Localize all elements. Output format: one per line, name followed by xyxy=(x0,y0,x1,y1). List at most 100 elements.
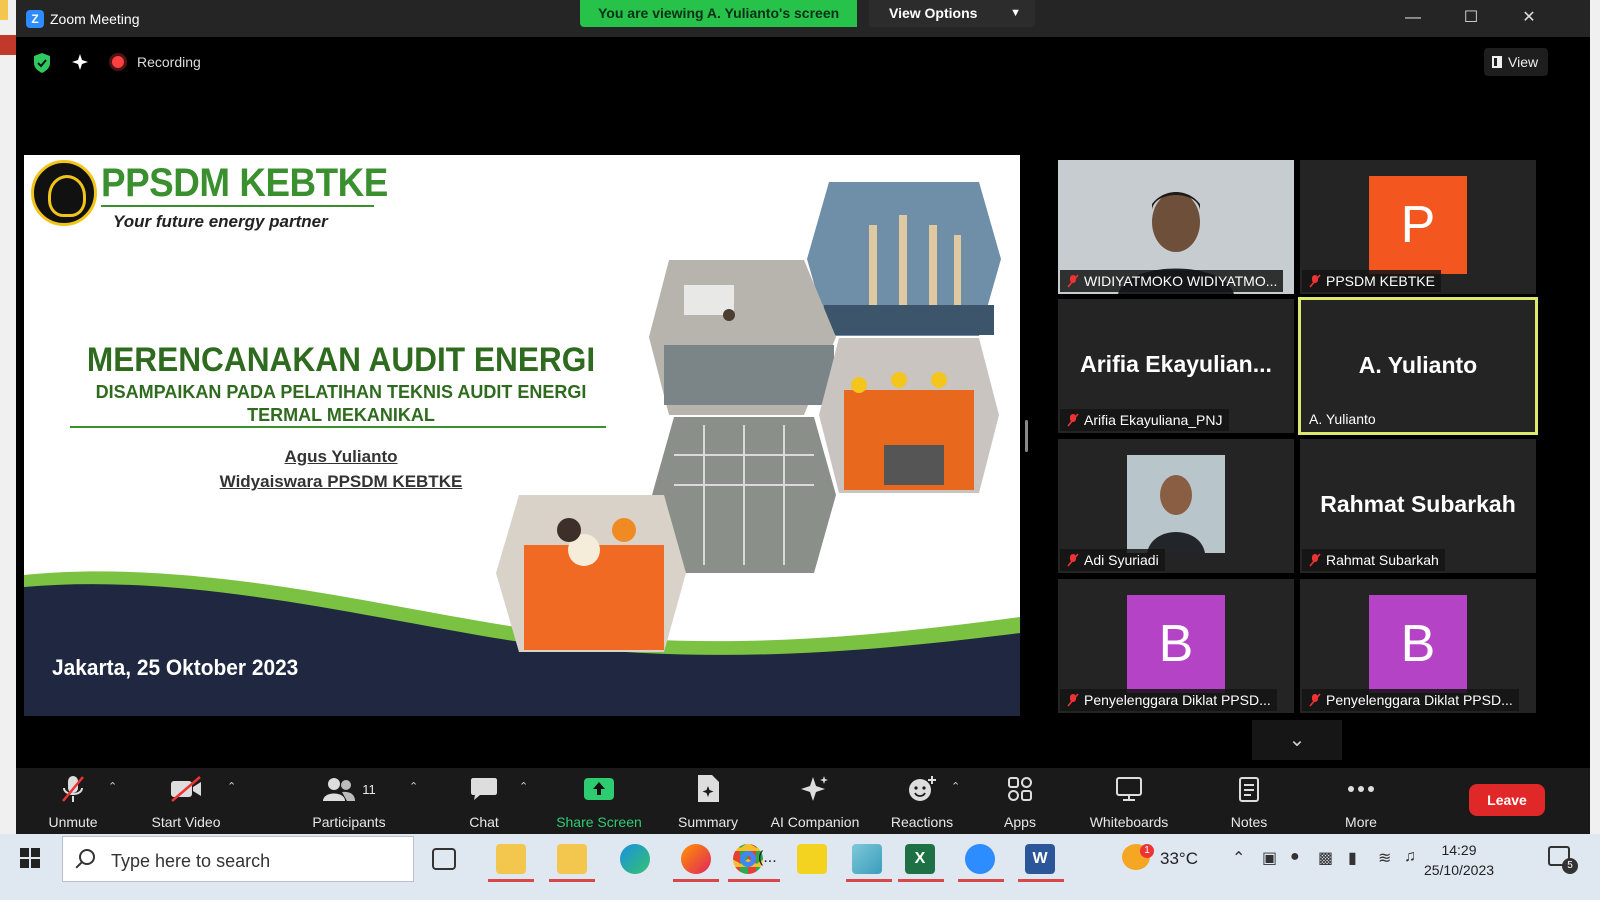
clock-date: 25/10/2023 xyxy=(1423,862,1495,878)
reactions-label: Reactions xyxy=(890,814,954,830)
participant-tile[interactable]: Adi Syuriadi xyxy=(1058,439,1294,573)
participant-tile-active-speaker[interactable]: A. Yulianto A. Yulianto xyxy=(1298,297,1538,435)
chat-options-caret-icon[interactable]: ⌃ xyxy=(519,780,528,793)
windows-start-icon[interactable] xyxy=(20,848,40,868)
close-icon[interactable]: ✕ xyxy=(1516,6,1542,30)
video-options-caret-icon[interactable]: ⌃ xyxy=(227,780,236,793)
muted-mic-icon xyxy=(1067,413,1079,427)
slide-graphics xyxy=(24,182,1020,716)
participant-name: Adi Syuriadi xyxy=(1084,552,1159,568)
participant-tile[interactable]: B Penyelenggara Diklat PPSD... xyxy=(1300,579,1536,713)
participants-options-caret-icon[interactable]: ⌃ xyxy=(409,780,418,793)
participant-name-label: Penyelenggara Diklat PPSD... xyxy=(1302,689,1519,711)
excel-icon[interactable]: X xyxy=(905,844,935,874)
file-explorer-icon[interactable] xyxy=(496,844,526,874)
battery-icon[interactable]: ▮ xyxy=(1348,848,1357,868)
reactions-button[interactable]: Reactions xyxy=(867,772,977,836)
start-video-button[interactable]: Start Video xyxy=(131,772,241,836)
chevron-down-icon: ⌄ xyxy=(1288,729,1306,751)
apps-button[interactable]: Apps xyxy=(965,772,1075,836)
active-app-indicator xyxy=(488,879,534,882)
panel-resize-handle[interactable] xyxy=(1025,420,1028,452)
active-app-indicator xyxy=(728,879,780,882)
participants-button[interactable]: 11 Participants xyxy=(294,772,404,836)
participant-name: Penyelenggara Diklat PPSD... xyxy=(1326,692,1513,708)
participant-tile[interactable]: P PPSDM KEBTKE xyxy=(1300,160,1536,294)
desktop-background-right xyxy=(1590,0,1600,850)
edge-browser-icon[interactable] xyxy=(620,844,650,874)
muted-mic-icon xyxy=(1309,553,1321,567)
zoom-window: Z Zoom Meeting — ☐ ✕ You are viewing A. … xyxy=(16,0,1590,850)
show-hidden-icons-icon[interactable]: ⌃ xyxy=(1232,848,1245,868)
wifi-icon[interactable]: ≋ xyxy=(1378,848,1391,868)
video-off-icon xyxy=(171,776,201,802)
participant-name-label: Adi Syuriadi xyxy=(1060,549,1165,571)
leave-button[interactable]: Leave xyxy=(1469,784,1545,816)
layout-icon xyxy=(1492,56,1502,68)
microphone-icon[interactable]: ● xyxy=(1290,848,1300,866)
participant-display-name: A. Yulianto xyxy=(1358,352,1478,378)
maximize-icon[interactable]: ☐ xyxy=(1458,6,1484,30)
tray-app-icon[interactable]: ▣ xyxy=(1262,848,1277,868)
viewing-banner: You are viewing A. Yulianto's screen xyxy=(580,0,858,27)
shield-check-icon[interactable] xyxy=(32,52,54,74)
ai-companion-label: AI Companion xyxy=(770,814,860,830)
desktop-background xyxy=(0,0,16,850)
ai-companion-button[interactable]: AI Companion xyxy=(759,772,871,836)
participant-tile[interactable]: Arifia Ekayulian... Arifia Ekayuliana_PN… xyxy=(1058,299,1294,433)
reactions-options-caret-icon[interactable]: ⌃ xyxy=(951,780,960,793)
summary-icon xyxy=(698,775,719,802)
participant-name: Penyelenggara Diklat PPSD... xyxy=(1084,692,1271,708)
display-icon[interactable]: ▩ xyxy=(1318,848,1333,868)
taskbar-search-box[interactable]: Type here to search xyxy=(62,836,414,882)
share-screen-button[interactable]: Share Screen xyxy=(544,772,654,836)
ai-sparkle-icon[interactable] xyxy=(70,52,92,74)
task-view-icon[interactable] xyxy=(432,848,456,870)
participant-tile[interactable]: Rahmat Subarkah Rahmat Subarkah xyxy=(1300,439,1536,573)
file-explorer-icon-2[interactable] xyxy=(557,844,587,874)
participant-name: A. Yulianto xyxy=(1309,411,1376,427)
word-icon[interactable]: W xyxy=(1025,844,1055,874)
notes-button[interactable]: Notes xyxy=(1194,772,1304,836)
participant-avatar: B xyxy=(1127,595,1225,693)
firefox-icon[interactable] xyxy=(681,844,711,874)
weather-temperature: 33°C xyxy=(1160,849,1198,868)
participants-icon xyxy=(323,778,356,801)
clock-time: 14:29 xyxy=(1441,842,1477,858)
whiteboards-button[interactable]: Whiteboards xyxy=(1074,772,1184,836)
search-icon xyxy=(79,849,95,865)
apps-label: Apps xyxy=(1004,814,1036,830)
media-player-icon[interactable] xyxy=(797,844,827,874)
ai-companion-sparkle-icon xyxy=(801,776,828,801)
chat-icon xyxy=(471,778,497,800)
participant-display-name: Rahmat Subarkah xyxy=(1320,491,1516,517)
summary-button[interactable]: Summary xyxy=(653,772,763,836)
volume-icon[interactable]: ♫ xyxy=(1404,848,1416,866)
gallery-scroll-down-button[interactable]: ⌄ xyxy=(1252,720,1342,760)
minimize-icon[interactable]: — xyxy=(1400,6,1426,30)
audio-options-caret-icon[interactable]: ⌃ xyxy=(108,780,117,793)
muted-mic-icon xyxy=(1309,274,1321,288)
windows-taskbar: Type here to search (... X W 1 33°C ⌃ ▣ … xyxy=(0,834,1600,900)
more-button[interactable]: More xyxy=(1306,772,1416,836)
view-options-button[interactable]: View Options ▼ xyxy=(869,0,1035,27)
slide-divider xyxy=(70,426,606,428)
participant-tile[interactable]: B Penyelenggara Diklat PPSD... xyxy=(1058,579,1294,713)
participant-name-label: Arifia Ekayuliana_PNJ xyxy=(1060,409,1229,431)
app-icon[interactable] xyxy=(852,844,882,874)
view-button[interactable]: View xyxy=(1484,48,1548,76)
participants-count: 11 xyxy=(362,781,376,797)
muted-mic-icon xyxy=(1067,553,1079,567)
participant-name-label: WIDIYATMOKO WIDIYATMO... xyxy=(1060,270,1284,292)
zoom-taskbar-icon[interactable] xyxy=(965,844,995,874)
active-app-indicator xyxy=(549,879,595,882)
view-options-label: View Options xyxy=(889,5,978,21)
slide-date: Jakarta, 25 Oktober 2023 xyxy=(52,655,299,680)
recording-label[interactable]: Recording xyxy=(137,54,201,70)
search-placeholder: Type here to search xyxy=(111,851,271,871)
participant-tile[interactable]: WIDIYATMOKO WIDIYATMO... xyxy=(1058,160,1294,294)
taskbar-clock[interactable]: 14:29 25/10/2023 xyxy=(1420,840,1498,880)
participants-label: Participants xyxy=(312,814,386,830)
brand-underline xyxy=(101,205,374,207)
share-screen-icon xyxy=(584,778,614,800)
